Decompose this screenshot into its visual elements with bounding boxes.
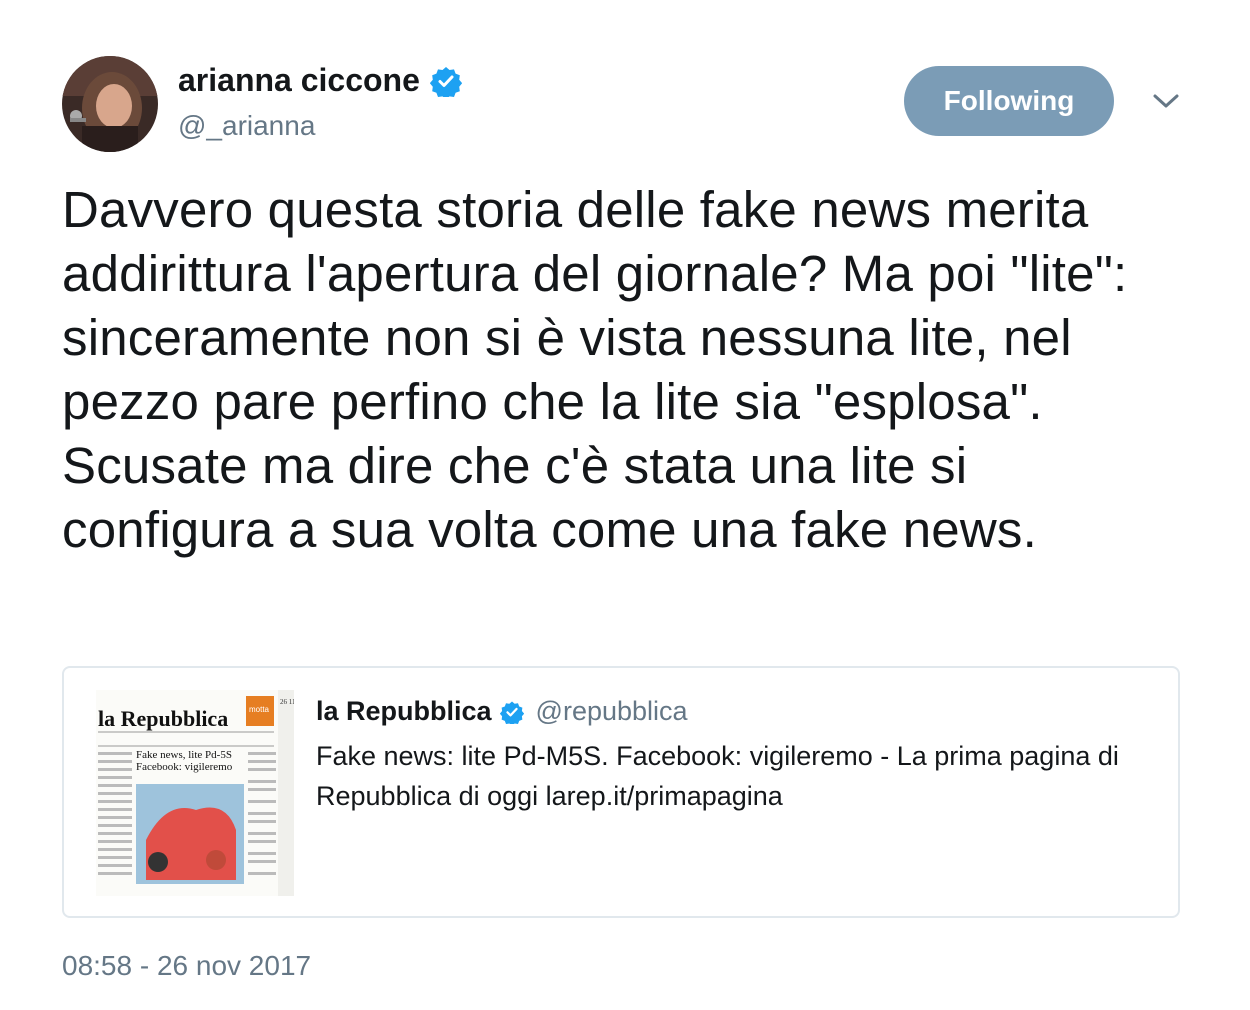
author-handle[interactable]: @_arianna (178, 110, 315, 142)
quoted-author[interactable]: la Repubblica @repubblica (316, 696, 688, 727)
quoted-author-handle: @repubblica (535, 696, 688, 726)
following-button[interactable]: Following (904, 66, 1114, 136)
newspaper-thumbnail: la Repubblica motta 26 11 17 Fake news, … (96, 690, 294, 896)
thumbnail-date: 26 11 17 (280, 698, 294, 706)
quoted-author-name: la Repubblica (316, 696, 492, 726)
tweet-text: Davvero questa storia delle fake news me… (62, 181, 1128, 558)
newspaper-front-page-image: la Repubblica motta 26 11 17 Fake news, … (96, 690, 294, 896)
tweet-timestamp[interactable]: 08:58 - 26 nov 2017 (62, 950, 311, 982)
author-avatar[interactable] (62, 56, 158, 152)
thumbnail-masthead: la Repubblica (98, 706, 228, 731)
author-name[interactable]: arianna ciccone (178, 62, 462, 99)
author-name-text: arianna ciccone (178, 62, 420, 98)
profile-photo-icon (62, 56, 158, 152)
verified-badge-icon (429, 66, 462, 97)
thumbnail-badge: motta (249, 705, 270, 714)
verified-badge-icon (499, 701, 524, 724)
thumbnail-headline-1: Fake news, lite Pd-5S (136, 749, 232, 761)
quoted-tweet-text: Fake news: lite Pd-M5S. Facebook: vigile… (316, 741, 1119, 811)
chevron-down-icon[interactable] (1150, 88, 1182, 114)
thumbnail-headline-2: Facebook: vigileremo (136, 761, 233, 773)
